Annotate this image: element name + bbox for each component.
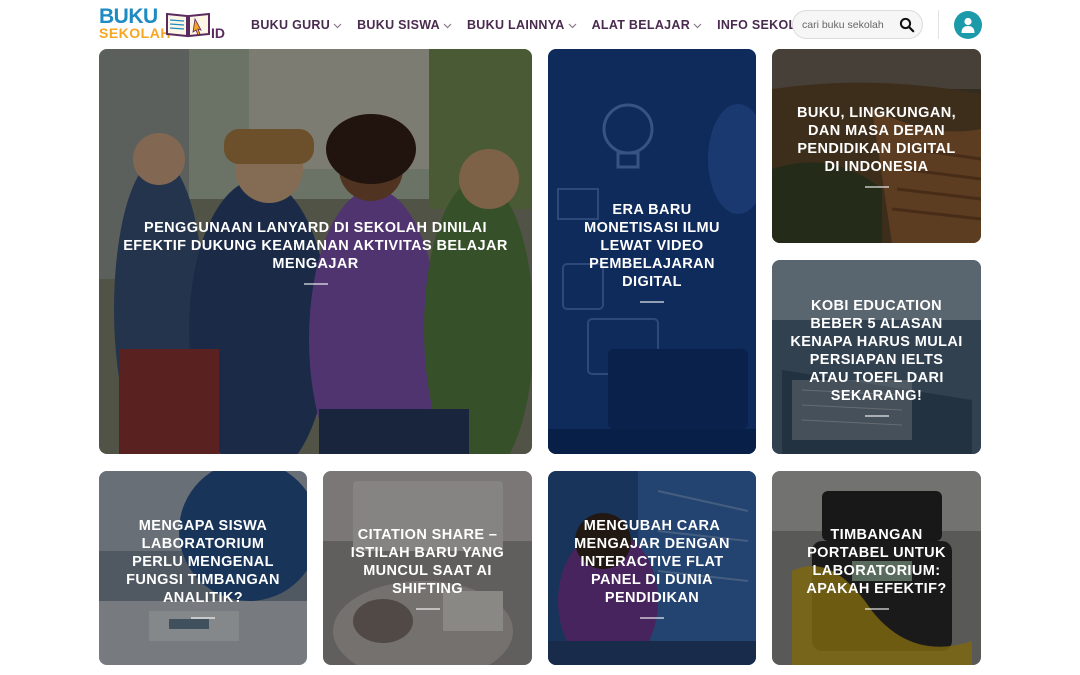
logo-text-sekolah: SEKOLAH — [99, 25, 171, 41]
article-card[interactable]: ERA BARU MONETISASI ILMU LEWAT VIDEO PEM… — [548, 49, 756, 454]
card-content: PENGGUNAAN LANYARD DI SEKOLAH DINILAI EF… — [99, 49, 532, 454]
article-card[interactable]: KOBI EDUCATION BEBER 5 ALASAN KENAPA HAR… — [772, 260, 981, 454]
article-title[interactable]: CITATION SHARE – ISTILAH BARU YANG MUNCU… — [341, 526, 514, 598]
article-title[interactable]: ERA BARU MONETISASI ILMU LEWAT VIDEO PEM… — [564, 201, 740, 291]
card-content: ERA BARU MONETISASI ILMU LEWAT VIDEO PEM… — [548, 49, 756, 454]
nav-item-buku-guru[interactable]: BUKU GURU — [251, 18, 343, 32]
article-card[interactable]: CITATION SHARE – ISTILAH BARU YANG MUNCU… — [323, 471, 532, 665]
nav-item-label: BUKU LAINNYA — [466, 18, 565, 32]
article-title[interactable]: PENGGUNAAN LANYARD DI SEKOLAH DINILAI EF… — [119, 219, 512, 273]
article-title[interactable]: MENGAPA SISWA LABORATORIUM PERLU MENGENA… — [117, 517, 289, 607]
title-underline — [303, 282, 328, 285]
logo-text-id: ID — [211, 25, 225, 41]
article-card[interactable]: MENGUBAH CARA MENGAJAR DENGAN INTERACTIV… — [548, 471, 756, 665]
title-underline — [191, 617, 215, 619]
article-card[interactable]: TIMBANGAN PORTABEL UNTUK LABORATORIUM: A… — [772, 471, 981, 665]
nav-item-label: ALAT BELAJAR — [591, 18, 691, 32]
account-button[interactable] — [954, 11, 982, 39]
card-content: MENGUBAH CARA MENGAJAR DENGAN INTERACTIV… — [548, 471, 756, 665]
article-title[interactable]: TIMBANGAN PORTABEL UNTUK LABORATORIUM: A… — [790, 526, 963, 598]
header-divider — [938, 10, 939, 39]
chevron-down-icon — [332, 20, 343, 31]
search-icon[interactable] — [899, 17, 915, 33]
article-title[interactable]: KOBI EDUCATION BEBER 5 ALASAN KENAPA HAR… — [790, 297, 963, 405]
title-underline — [864, 186, 889, 188]
site-header: BUKU SEKOLAH ID BUKU GURU BUKU SISWA BUK… — [0, 0, 1080, 49]
title-underline — [864, 415, 889, 417]
title-underline — [640, 300, 664, 303]
article-card[interactable]: BUKU, LINGKUNGAN, DAN MASA DEPAN PENDIDI… — [772, 49, 981, 243]
logo-text-buku: BUKU — [99, 5, 158, 28]
nav-item-label: BUKU GURU — [251, 18, 331, 32]
nav-item-alat-belajar[interactable]: ALAT BELAJAR — [592, 18, 704, 32]
nav-item-buku-lainnya[interactable]: BUKU LAINNYA — [467, 18, 578, 32]
open-book-icon — [166, 12, 210, 38]
card-content: BUKU, LINGKUNGAN, DAN MASA DEPAN PENDIDI… — [772, 49, 981, 243]
article-title[interactable]: MENGUBAH CARA MENGAJAR DENGAN INTERACTIV… — [566, 517, 738, 607]
title-underline — [415, 608, 440, 610]
chevron-down-icon — [692, 20, 703, 31]
featured-article-card[interactable]: PENGGUNAAN LANYARD DI SEKOLAH DINILAI EF… — [99, 49, 532, 454]
article-title[interactable]: BUKU, LINGKUNGAN, DAN MASA DEPAN PENDIDI… — [790, 104, 963, 176]
user-icon — [961, 17, 975, 33]
article-card[interactable]: MENGAPA SISWA LABORATORIUM PERLU MENGENA… — [99, 471, 307, 665]
search-box — [792, 10, 923, 39]
nav-item-label: BUKU SISWA — [357, 18, 440, 32]
site-logo[interactable]: BUKU SEKOLAH ID — [99, 5, 229, 43]
card-content: CITATION SHARE – ISTILAH BARU YANG MUNCU… — [323, 471, 532, 665]
title-underline — [640, 617, 664, 619]
title-underline — [864, 608, 889, 610]
chevron-down-icon — [442, 20, 453, 31]
search-input[interactable] — [802, 17, 892, 33]
card-content: TIMBANGAN PORTABEL UNTUK LABORATORIUM: A… — [772, 471, 981, 665]
card-content: MENGAPA SISWA LABORATORIUM PERLU MENGENA… — [99, 471, 307, 665]
card-content: KOBI EDUCATION BEBER 5 ALASAN KENAPA HAR… — [772, 260, 981, 454]
main-nav: BUKU GURU BUKU SISWA BUKU LAINNYA ALAT B… — [251, 16, 829, 34]
nav-item-buku-siswa[interactable]: BUKU SISWA — [357, 18, 453, 32]
chevron-down-icon — [567, 20, 578, 31]
